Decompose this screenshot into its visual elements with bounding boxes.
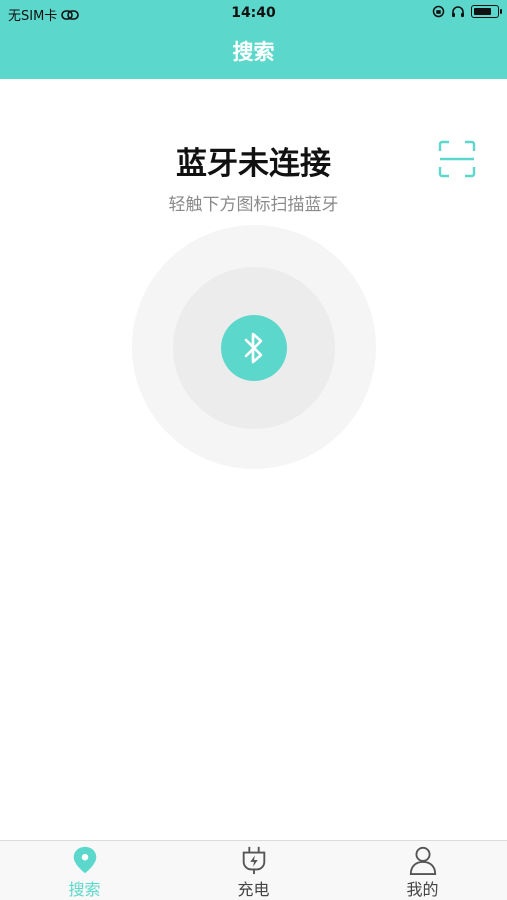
orientation-lock-icon [432, 5, 445, 18]
scan-hint-text: 轻触下方图标扫描蓝牙 [168, 195, 339, 215]
page-title: 搜索 [232, 40, 275, 64]
tab-search-label: 搜索 [68, 880, 101, 899]
status-right [432, 5, 502, 18]
battery-fill [473, 7, 492, 15]
bluetooth-icon [244, 332, 263, 364]
scan-frame-icon [438, 140, 476, 178]
status-bar: 无SIM卡 14:40 [0, 0, 507, 28]
scan-button[interactable] [438, 140, 476, 178]
connection-status-heading: 蓝牙未连接 [176, 146, 331, 182]
tab-search[interactable]: 搜索 [0, 841, 169, 900]
person-icon [409, 846, 436, 875]
headphones-icon [452, 6, 464, 17]
location-pin-icon [73, 846, 96, 874]
tab-charge-label: 充电 [237, 880, 270, 899]
top-bar: 无SIM卡 14:40 搜索 [0, 0, 507, 79]
battery-icon [471, 5, 502, 18]
tab-bar: 搜索 充电 我的 [0, 840, 507, 900]
tab-charge[interactable]: 充电 [169, 841, 338, 900]
status-time: 14:40 [231, 5, 276, 21]
tab-profile-label: 我的 [406, 880, 439, 899]
plug-icon [242, 846, 265, 875]
tab-profile[interactable]: 我的 [338, 841, 507, 900]
bluetooth-scan-button[interactable] [221, 315, 287, 381]
